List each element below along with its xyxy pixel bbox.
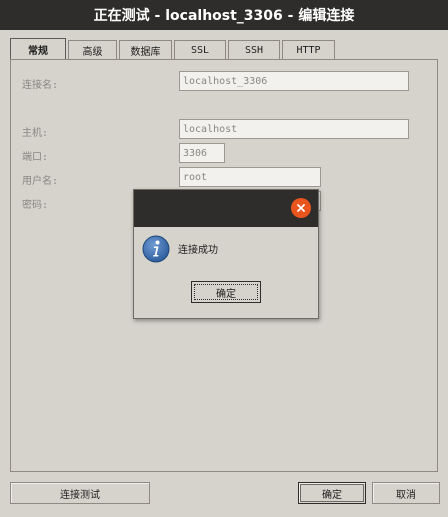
tab-advanced-label: 高级 [82,46,103,58]
cancel-label: 取消 [396,489,416,501]
tab-ssl[interactable]: SSL [174,40,226,59]
tab-general[interactable]: 常规 [10,38,66,59]
tab-general-label: 常规 [28,45,48,57]
test-connection-button[interactable]: 连接测试 [10,482,150,504]
tab-advanced[interactable]: 高级 [68,40,117,59]
username-input[interactable] [179,167,321,187]
username-label: 用户名: [22,176,59,187]
tab-ssh-label: SSH [244,44,264,56]
cancel-button[interactable]: 取消 [372,482,440,504]
host-label: 主机: [22,128,49,139]
window-titlebar[interactable]: 正在测试 - localhost_3306 - 编辑连接 [0,0,448,30]
tab-databases[interactable]: 数据库 [119,40,172,59]
tab-ssh[interactable]: SSH [228,40,280,59]
tab-http[interactable]: HTTP [282,40,335,59]
dialog-message: 连接成功 [178,245,218,256]
tab-databases-label: 数据库 [130,46,161,58]
tab-bar: 常规 高级 数据库 SSL SSH HTTP [10,38,337,60]
host-input[interactable] [179,119,409,139]
tab-http-label: HTTP [296,44,321,56]
dialog-ok-button[interactable]: 确定 [191,281,261,303]
ok-label: 确定 [322,489,342,501]
close-x-glyph [297,204,305,212]
connection-success-dialog: 连接成功 确定 [133,189,319,319]
password-label: 密码: [22,200,49,211]
window-title: 正在测试 - localhost_3306 - 编辑连接 [93,8,355,24]
dialog-ok-label: 确定 [216,288,236,300]
info-icon [142,235,170,263]
port-input[interactable] [179,143,225,163]
connection-name-label: 连接名: [22,80,59,91]
connection-name-input[interactable] [179,71,409,91]
ok-button[interactable]: 确定 [298,482,366,504]
test-connection-label: 连接测试 [60,489,100,501]
close-icon[interactable] [291,198,311,218]
port-label: 端口: [22,152,49,163]
tab-ssl-label: SSL [190,44,210,56]
edit-connection-window: 正在测试 - localhost_3306 - 编辑连接 常规 高级 数据库 S… [0,0,448,517]
